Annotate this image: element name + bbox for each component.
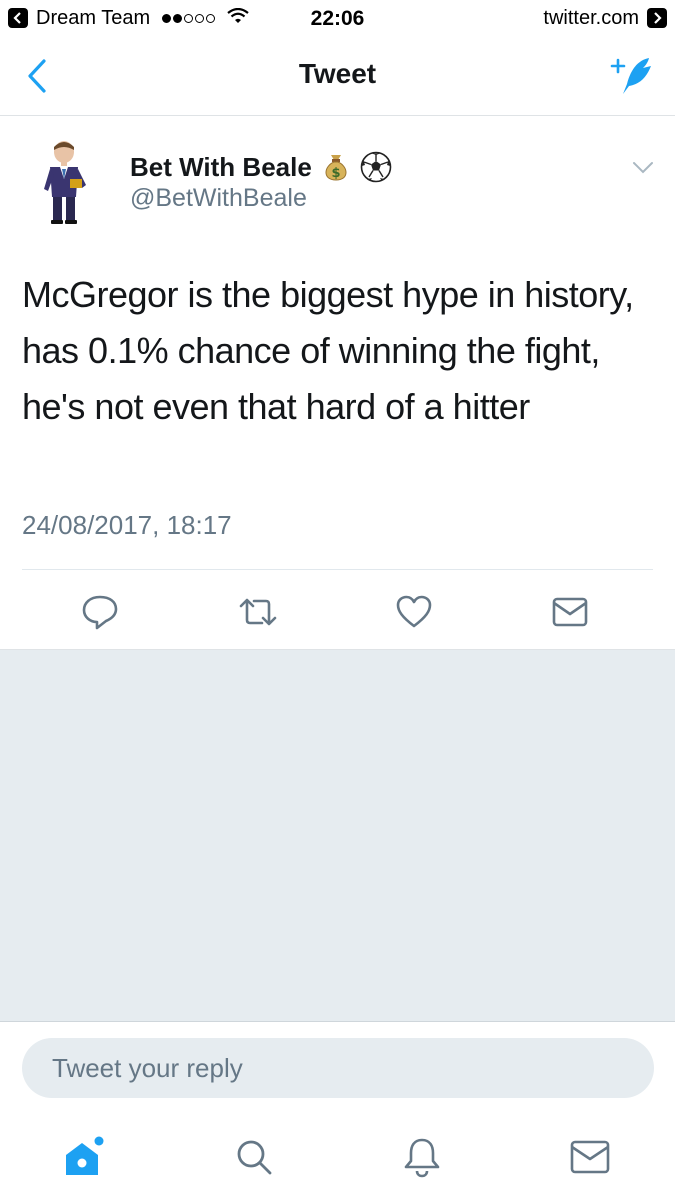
- like-icon: [396, 595, 432, 628]
- tab-bar: [0, 1117, 675, 1200]
- tab-notifications[interactable]: [398, 1133, 446, 1181]
- direct-message-icon: [552, 597, 588, 627]
- breadcrumb-domain: twitter.com: [543, 6, 639, 29]
- svg-text:$: $: [331, 166, 340, 181]
- bell-icon: [404, 1138, 440, 1178]
- tweet-timestamp[interactable]: 24/08/2017, 18:17: [22, 510, 232, 541]
- tab-home[interactable]: [60, 1133, 108, 1181]
- reply-icon: [82, 595, 118, 630]
- envelope-icon: [570, 1140, 610, 1174]
- direct-message-button[interactable]: [550, 592, 590, 632]
- reply-input[interactable]: [22, 1038, 654, 1098]
- reply-composer: [0, 1021, 675, 1117]
- divider: [22, 569, 653, 570]
- tab-search[interactable]: [230, 1133, 278, 1181]
- tweet-detail: Bet With Beale $ @BetWithBeale McGregor …: [0, 117, 675, 649]
- tweet-text: McGregor is the biggest hype in history,…: [22, 274, 634, 427]
- money-bag-icon: $: [322, 152, 350, 182]
- retweet-button[interactable]: [238, 592, 278, 632]
- chevron-down-icon: [633, 162, 653, 174]
- tab-messages[interactable]: [566, 1133, 614, 1181]
- compose-tweet-button[interactable]: [609, 54, 657, 98]
- avatar[interactable]: [40, 139, 90, 225]
- tweet-options-button[interactable]: [631, 155, 655, 179]
- compose-tweet-icon: [610, 58, 651, 94]
- forward-to-app-icon[interactable]: [647, 8, 667, 28]
- like-button[interactable]: [394, 592, 434, 632]
- status-bar: Dream Team 22:06 twitter.com: [0, 0, 675, 36]
- replies-area: [0, 649, 675, 1021]
- retweet-icon: [239, 598, 277, 626]
- search-icon: [237, 1140, 272, 1175]
- status-bar-right: twitter.com: [543, 5, 667, 31]
- page-title: Tweet: [298, 58, 377, 89]
- author-name-text: Bet With Beale: [130, 151, 312, 182]
- soccer-ball-icon: [360, 151, 392, 183]
- tweet-actions: [0, 587, 675, 637]
- navigation-bar: Tweet: [0, 36, 675, 116]
- author-handle[interactable]: @BetWithBeale: [130, 184, 307, 213]
- home-icon: [66, 1136, 104, 1175]
- author-name[interactable]: Bet With Beale $: [130, 151, 392, 183]
- reply-button[interactable]: [80, 592, 120, 632]
